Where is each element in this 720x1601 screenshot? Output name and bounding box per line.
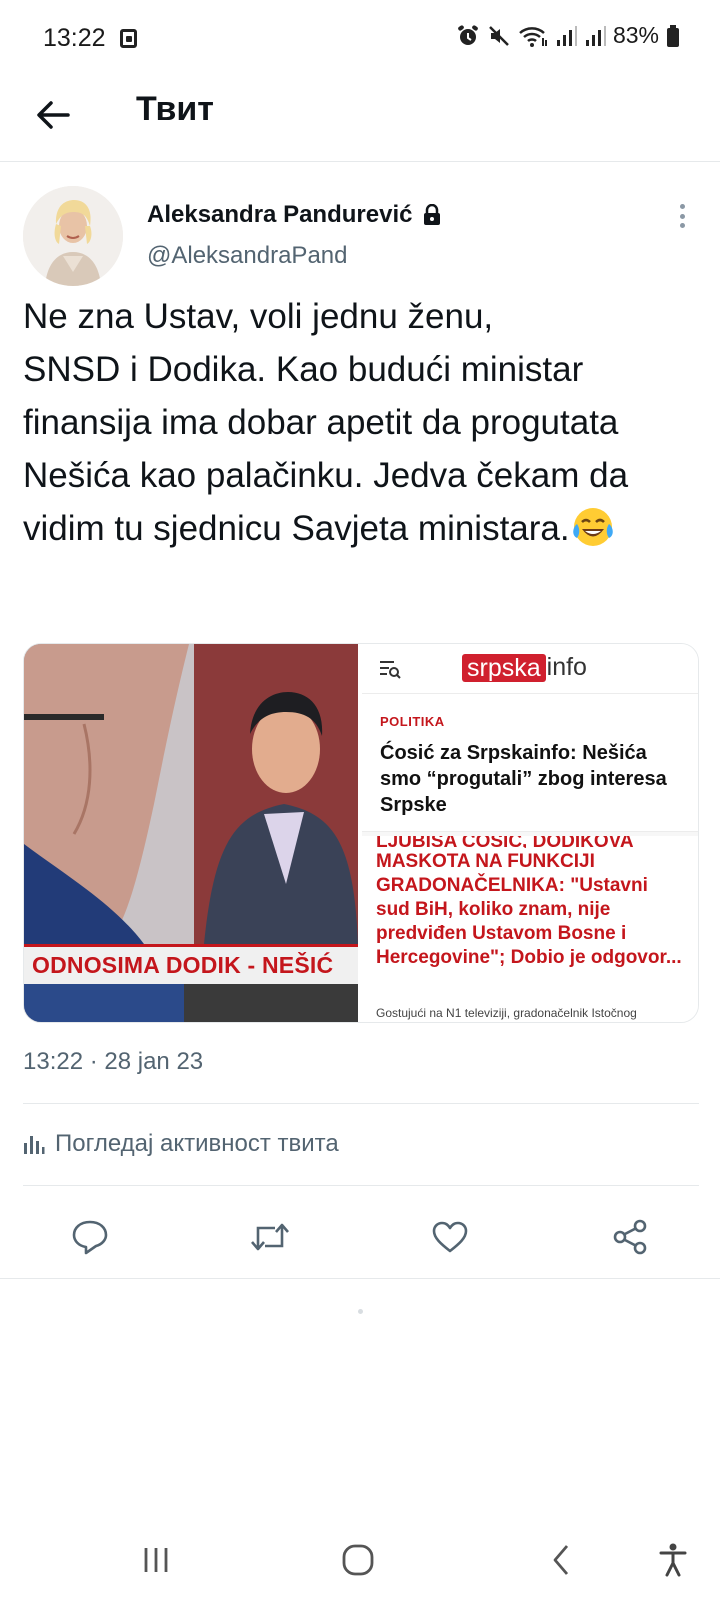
like-icon (432, 1221, 468, 1253)
page-title: Твит (136, 90, 214, 128)
logo-mark: srpska (462, 653, 546, 682)
tweet-timestamp[interactable]: 13:22 · 28 jan 23 (23, 1048, 203, 1076)
home-button[interactable] (338, 1540, 378, 1580)
article-body: LJUBIŠA ĆOSIĆ, DODIKOVA MASKOTA NA FUNKC… (362, 836, 698, 1022)
alarm-icon (458, 24, 478, 45)
logo-suffix: info (546, 653, 587, 681)
battery-icon (667, 24, 679, 47)
more-dot (679, 223, 685, 228)
article-category: POLITIKA (380, 714, 445, 729)
arrow-left-icon (37, 101, 70, 129)
accessibility-icon (659, 1543, 687, 1577)
mute-icon (489, 25, 509, 46)
share-icon (613, 1219, 647, 1255)
article-snippet: Gostujući na N1 televiziji, gradonačelni… (376, 1006, 637, 1020)
back-button[interactable] (30, 92, 76, 138)
author-name-text: Aleksandra Pandurević (147, 201, 413, 228)
status-bar: 13:22 83% (0, 0, 720, 80)
analytics-icon (24, 1136, 45, 1154)
article-lead: MASKOTA NA FUNKCIJI GRADONAČELNIKA: "Ust… (376, 851, 682, 968)
analytics-label: Погледај активност твита (55, 1130, 339, 1157)
status-icons: 83% (456, 22, 680, 49)
more-options-button[interactable] (672, 201, 692, 231)
divider (23, 1185, 699, 1186)
tv-screenshot: ODNOSIMA DODIK - NEŠIĆ (24, 644, 358, 1022)
avatar[interactable] (23, 186, 123, 286)
reply-button[interactable] (68, 1215, 112, 1259)
tweet-text: Ne zna Ustav, voli jednu ženu, SNSD i Do… (23, 290, 703, 555)
tv-banner-text: ODNOSIMA DODIK - NEŠIĆ (24, 944, 358, 984)
recent-apps-button[interactable] (138, 1540, 174, 1580)
article-card: POLITIKA Ćosić za Srpskainfo: Nešića smo… (362, 694, 698, 832)
article-screenshot: srpska info POLITIKA Ćosić za Srpskainfo… (362, 644, 698, 1022)
article-headline: Ćosić za Srpskainfo: Nešića smo “proguta… (380, 742, 667, 816)
screenshot-icon (120, 29, 137, 48)
more-dot (679, 204, 685, 209)
battery-percent: 83% (612, 22, 659, 48)
divider (0, 1278, 720, 1279)
reply-icon (72, 1220, 108, 1255)
signal-icon (556, 25, 577, 46)
retweet-icon (251, 1223, 289, 1251)
divider (23, 1103, 699, 1104)
lock-icon (424, 204, 441, 225)
site-logo: srpska info (462, 653, 587, 682)
tweet-actions (0, 1205, 720, 1269)
loading-indicator (358, 1309, 363, 1314)
article-red-text: LJUBIŠA ĆOSIĆ, DODIKOVA MASKOTA NA FUNKC… (376, 836, 686, 970)
more-dot (679, 213, 685, 219)
face-with-tears-of-joy-icon (572, 508, 613, 546)
signal-icon (585, 25, 606, 46)
author-handle[interactable]: @AleksandraPand (147, 242, 347, 270)
retweet-button[interactable] (248, 1215, 292, 1259)
like-button[interactable] (428, 1215, 472, 1259)
system-nav-bar (0, 1520, 720, 1601)
site-header: srpska info (362, 644, 698, 694)
home-icon (342, 1544, 374, 1576)
wifi-icon (519, 26, 547, 47)
avatar-photo (23, 186, 123, 286)
share-button[interactable] (608, 1215, 652, 1259)
top-app-bar: Твит (0, 80, 720, 162)
author-name[interactable]: Aleksandra Pandurević (147, 201, 442, 229)
tweet-media-image[interactable]: ODNOSIMA DODIK - NEŠIĆ srpska info POLIT… (23, 643, 699, 1023)
accessibility-button[interactable] (656, 1540, 690, 1580)
tweet-body: Ne zna Ustav, voli jednu ženu, SNSD i Do… (23, 297, 629, 548)
recent-apps-icon (144, 1548, 168, 1572)
article-cut-line: LJUBIŠA ĆOSIĆ, DODIKOVA (376, 836, 634, 848)
status-time: 13:22 (43, 24, 106, 52)
menu-search-icon (380, 661, 401, 679)
back-icon (553, 1545, 569, 1575)
back-nav-button[interactable] (546, 1540, 576, 1580)
view-tweet-activity[interactable]: Погледај активност твита (23, 1130, 339, 1158)
